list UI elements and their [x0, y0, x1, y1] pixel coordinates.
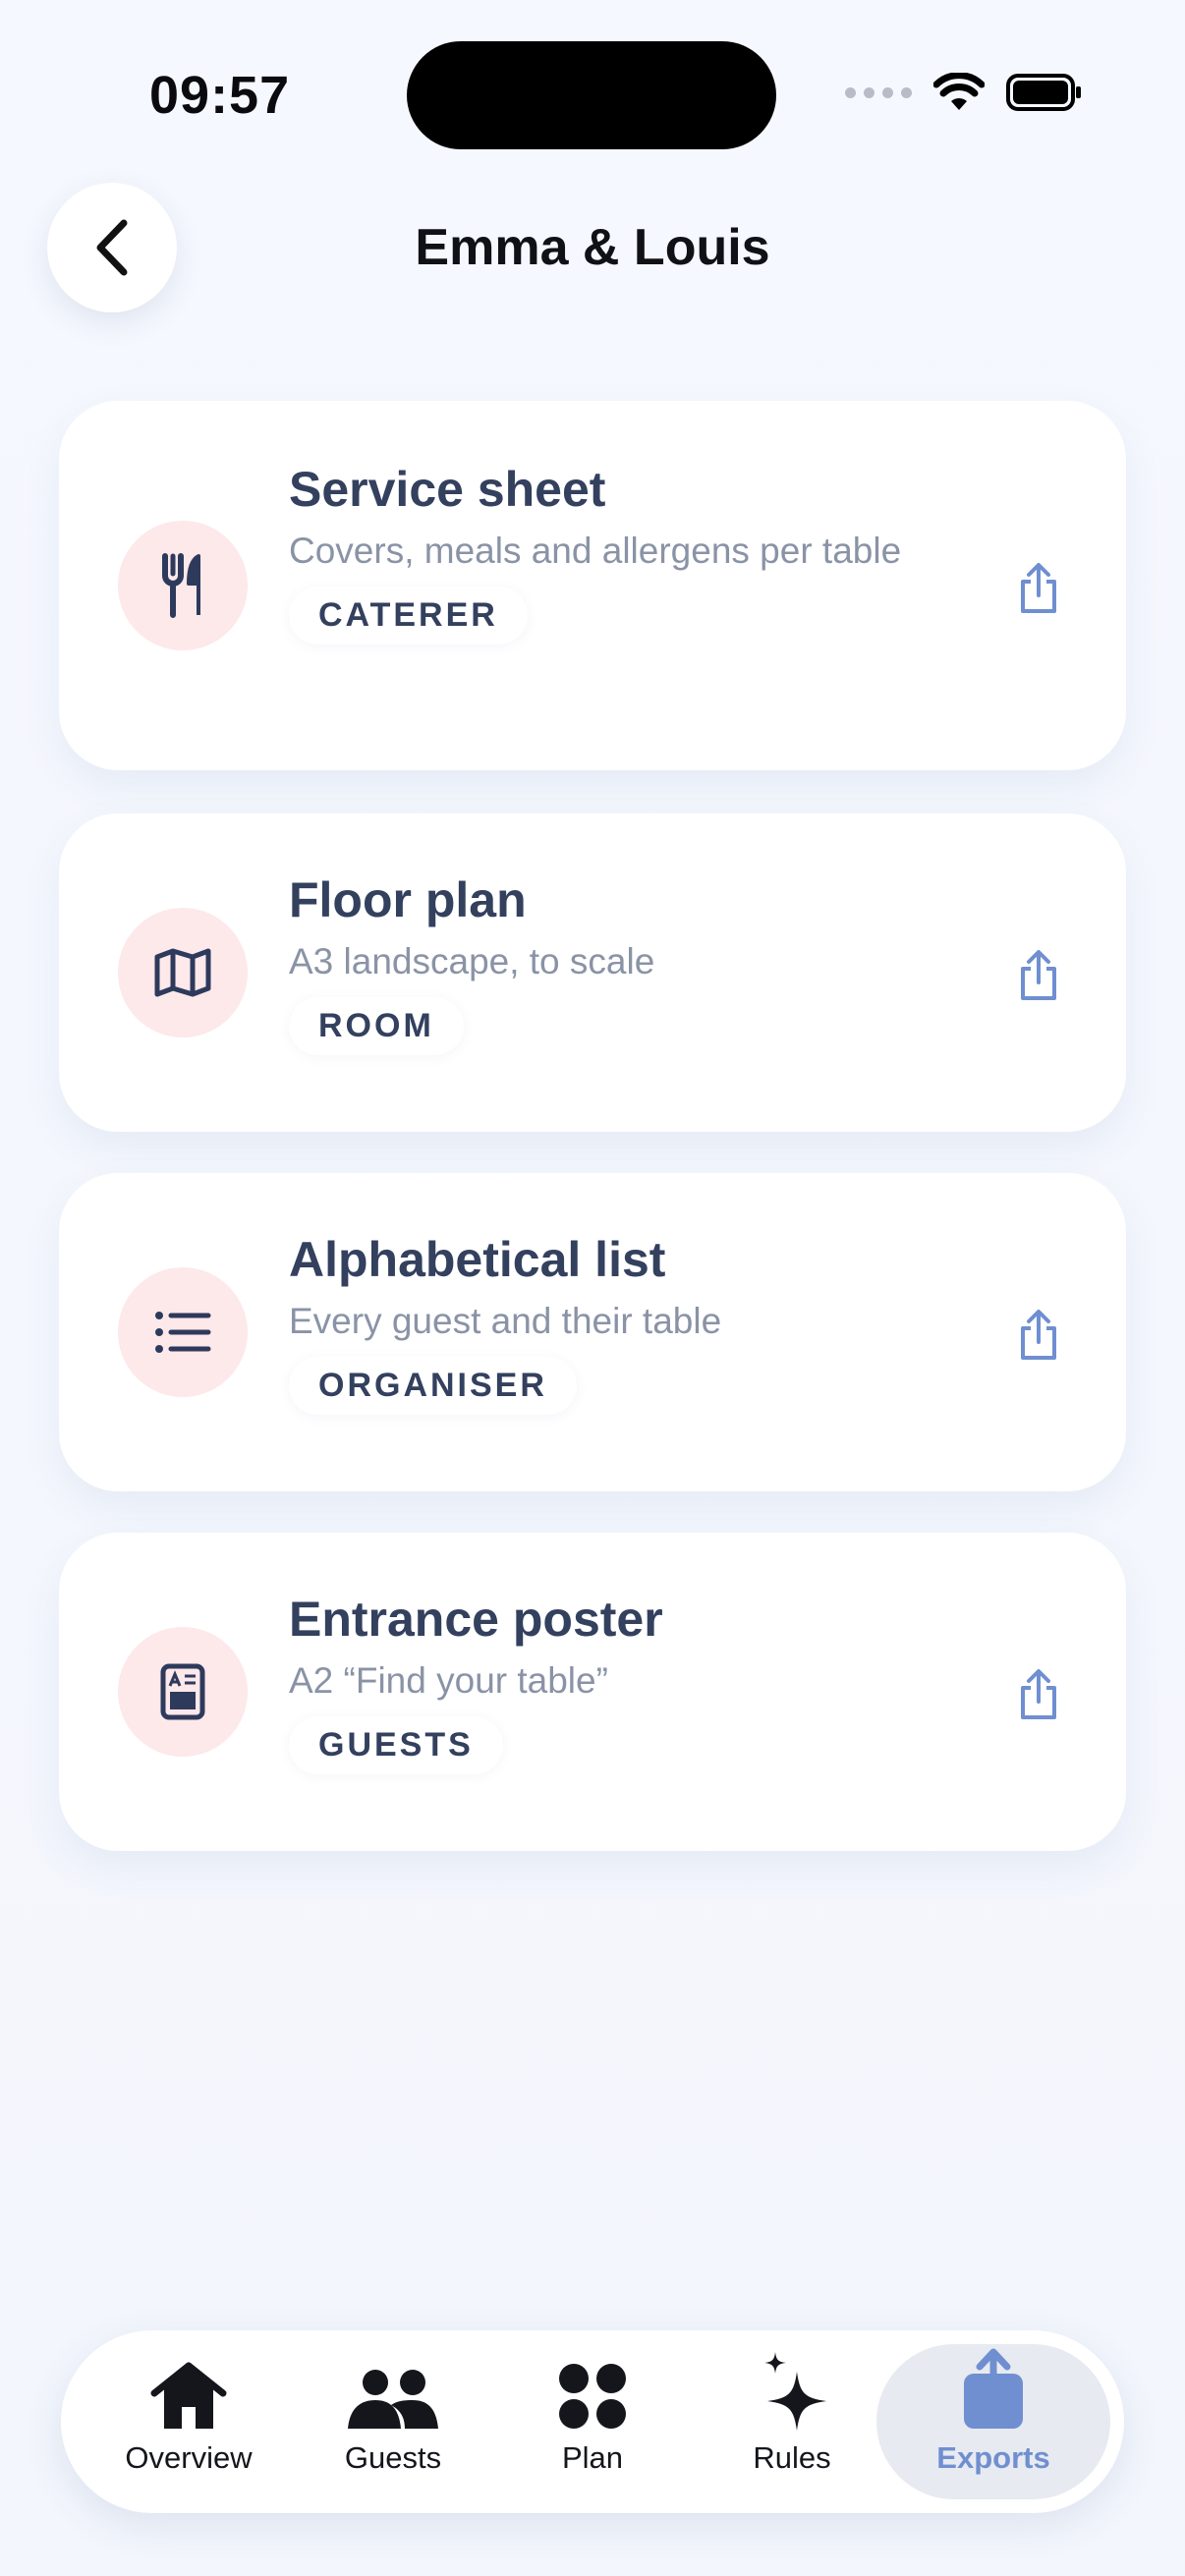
fork-knife-icon: [162, 553, 200, 618]
status-icons: [845, 73, 1083, 112]
card-title: Service sheet: [289, 462, 606, 517]
cellular-signal-icon: [845, 86, 912, 98]
export-card-alphabetical-list[interactable]: Alphabetical list Every guest and their …: [59, 1173, 1126, 1491]
poster-icon: [160, 1663, 205, 1720]
audience-tag: ROOM: [289, 997, 464, 1055]
house-icon: [150, 2362, 227, 2429]
tab-label: Rules: [753, 2440, 831, 2475]
card-icon-circle: [118, 908, 248, 1037]
map-icon: [154, 948, 211, 997]
card-title: Entrance poster: [289, 1592, 663, 1647]
tab-label: Exports: [936, 2440, 1050, 2475]
battery-icon: [1006, 74, 1081, 111]
dynamic-island: [407, 41, 776, 149]
share-button[interactable]: [1004, 554, 1073, 623]
tab-rules[interactable]: Rules: [694, 2344, 890, 2499]
card-description: A2 “Find your table”: [289, 1660, 608, 1701]
share-icon: [964, 2348, 1023, 2429]
export-card-service-sheet[interactable]: Service sheet Covers, meals and allergen…: [59, 401, 1126, 770]
tab-label: Guests: [344, 2440, 442, 2475]
card-icon-circle: [118, 1627, 248, 1757]
card-title: Floor plan: [289, 872, 527, 927]
export-card-entrance-poster[interactable]: Entrance poster A2 “Find your table” GUE…: [59, 1533, 1126, 1851]
audience-tag: CATERER: [289, 587, 528, 644]
share-icon: [1021, 1310, 1056, 1360]
share-button[interactable]: [1004, 1301, 1073, 1370]
list-icon: [155, 1312, 211, 1353]
card-text: Entrance poster A2 “Find your table” GUE…: [289, 1590, 939, 1774]
tab-label: Plan: [561, 2440, 624, 2475]
export-card-floor-plan[interactable]: Floor plan A3 landscape, to scale ROOM: [59, 813, 1126, 1132]
tab-plan[interactable]: Plan: [494, 2344, 691, 2499]
page-title: Emma & Louis: [415, 219, 770, 276]
audience-tag: GUESTS: [289, 1716, 503, 1774]
card-text: Alphabetical list Every guest and their …: [289, 1230, 939, 1415]
card-description: A3 landscape, to scale: [289, 941, 655, 981]
card-text: Floor plan A3 landscape, to scale ROOM: [289, 870, 939, 1055]
audience-tag: ORGANISER: [289, 1357, 577, 1415]
screen: 09:57 Emma & Louis Service sheet Covers,…: [0, 0, 1185, 2576]
card-text: Service sheet Covers, meals and allergen…: [289, 460, 939, 644]
card-description: Every guest and their table: [289, 1301, 722, 1341]
card-title: Alphabetical list: [289, 1232, 666, 1287]
share-button[interactable]: [1004, 1660, 1073, 1729]
share-button[interactable]: [1004, 941, 1073, 1010]
people-icon: [348, 2370, 438, 2429]
four-dots-icon: [559, 2364, 626, 2429]
card-icon-circle: [118, 1267, 248, 1397]
share-icon: [1021, 950, 1056, 1000]
tab-label: Overview: [125, 2440, 253, 2475]
share-icon: [1021, 563, 1056, 613]
share-icon: [1021, 1669, 1056, 1719]
status-time: 09:57: [149, 66, 291, 125]
wifi-icon: [933, 73, 985, 110]
tab-guests[interactable]: Guests: [295, 2344, 491, 2499]
sparkles-icon: [764, 2352, 826, 2431]
card-description: Covers, meals and allergens per table: [289, 531, 902, 571]
tab-overview[interactable]: Overview: [90, 2344, 287, 2499]
card-icon-circle: [118, 521, 248, 650]
tab-exports[interactable]: Exports: [876, 2344, 1110, 2499]
tab-bar: Overview Guests Plan Rules Exports: [61, 2330, 1124, 2513]
